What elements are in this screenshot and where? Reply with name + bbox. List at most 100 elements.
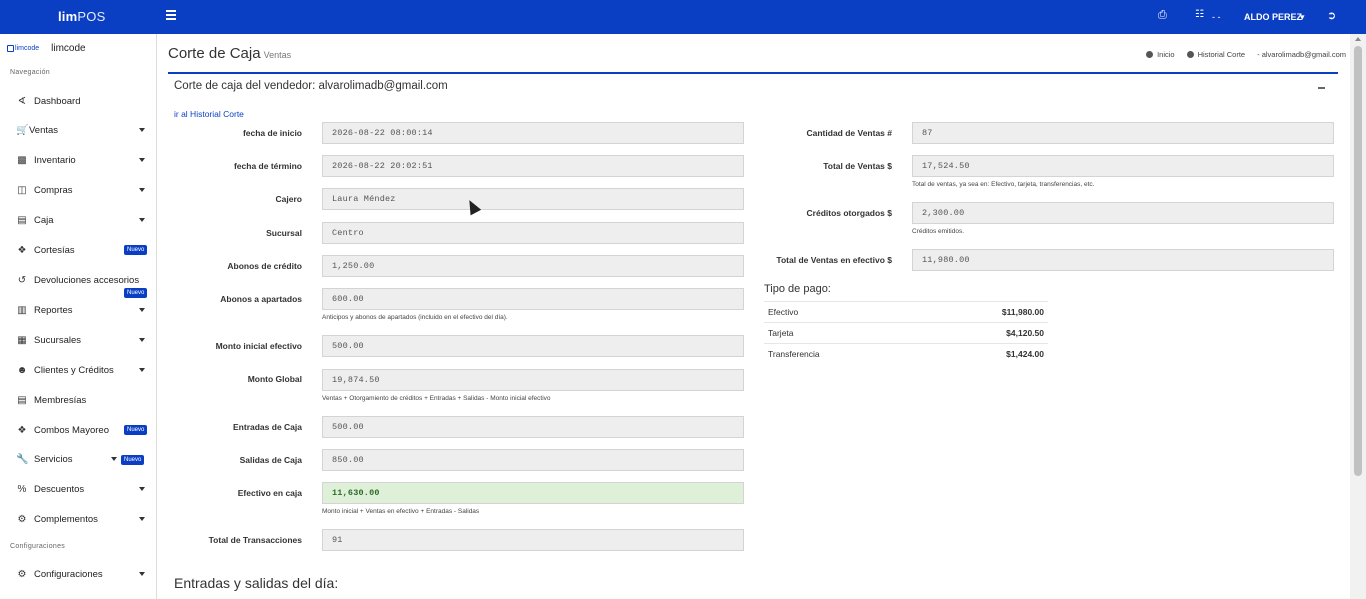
sidebar-item-combos[interactable]: ❖ Combos Mayoreo Nuevo (0, 420, 157, 440)
field-label: Monto Global (247, 374, 302, 384)
page-title: Corte de Caja Ventas (168, 45, 292, 62)
dashboard-icon (1146, 51, 1154, 58)
cash-movements-title: Entradas y salidas del día: (174, 575, 339, 591)
table-row: Transferencia $1,424.00 (764, 343, 1048, 364)
chevron-down-icon (139, 158, 145, 162)
transactions-field[interactable]: 91 (322, 529, 744, 551)
sidebar-item-membresias[interactable]: ▤ Membresías (0, 390, 157, 410)
field-label: Total de Ventas en efectivo $ (776, 255, 892, 265)
help-text: Total de ventas, ya sea en: Efectivo, ta… (912, 181, 1095, 188)
main-content: Corte de Caja Ventas Inicio Historial Cor… (158, 34, 1350, 599)
sidebar-item-devoluciones[interactable]: ↺ Devoluciones accesorios Nuevo (0, 270, 157, 298)
sitemap-icon[interactable]: ☷ (1195, 9, 1204, 20)
card-title: Corte de caja del vendedor: alvarolimadb… (174, 80, 448, 92)
boxes-icon: ▩ (17, 154, 27, 166)
chevron-down-icon (139, 368, 145, 372)
sidebar-item-inventario[interactable]: ▩ Inventario (0, 150, 157, 170)
sales-count-field[interactable]: 87 (912, 122, 1334, 144)
chevron-down-icon (111, 457, 117, 461)
chevron-down-icon (139, 128, 145, 132)
branch-selector[interactable]: - - (1212, 12, 1221, 22)
chevron-down-icon (139, 517, 145, 521)
bar-chart-icon: ▥ (17, 304, 27, 316)
end-date-field[interactable]: 2026-08-22 20:02:51 (322, 155, 744, 177)
help-text: Monto inicial + Ventas en efectivo + Ent… (322, 508, 480, 515)
users-icon: ☻ (16, 364, 28, 376)
global-amount-field[interactable]: 19,874.50 (322, 369, 744, 391)
chevron-down-icon (139, 338, 145, 342)
total-sales-field[interactable]: 17,524.50 (912, 155, 1334, 177)
sidebar-item-clientes[interactable]: ☻ Clientes y Créditos (0, 360, 157, 380)
sidebar-item-descuentos[interactable]: % Descuentos (0, 479, 157, 499)
new-badge: Nuevo (124, 245, 148, 255)
table-row: Tarjeta $4,120.50 (764, 322, 1048, 343)
collapse-icon[interactable] (1318, 87, 1325, 89)
field-label: Total de Transacciones (208, 535, 302, 545)
field-label: Total de Ventas $ (823, 161, 892, 171)
app-logo[interactable]: limPOS (58, 9, 105, 24)
breadcrumb: Inicio Historial Corte - alvarolimadb@gm… (1146, 50, 1346, 59)
payment-type-title: Tipo de pago: (764, 283, 831, 295)
field-label: Cajero (275, 194, 302, 204)
sidebar-item-dashboard[interactable]: ∢ Dashboard (0, 91, 157, 111)
sidebar-brand[interactable]: limcode limcode (7, 43, 86, 54)
sidebar-item-configuraciones[interactable]: ⚙ Configuraciones (0, 564, 157, 584)
page-subtitle: Ventas (263, 50, 292, 60)
gift-icon: ❖ (17, 244, 27, 256)
sidebar-item-sucursales[interactable]: ▦ Sucursales (0, 330, 157, 350)
field-label: Cantidad de Ventas # (806, 128, 893, 138)
initial-cash-field[interactable]: 500.00 (322, 335, 744, 357)
printer-icon[interactable]: ⎙ (1158, 9, 1167, 22)
chevron-down-icon (139, 218, 145, 222)
sidebar-item-cortesias[interactable]: ❖ Cortesías Nuevo (0, 240, 157, 260)
limcode-logo-icon: limcode (7, 45, 39, 52)
sidebar-item-complementos[interactable]: ⚙ Complementos (0, 509, 157, 529)
field-label: fecha de término (233, 161, 302, 171)
breadcrumb-historial[interactable]: Historial Corte (1186, 50, 1245, 59)
cash-out-field[interactable]: 850.00 (322, 449, 744, 471)
field-label: Salidas de Caja (239, 455, 302, 465)
field-label: Entradas de Caja (233, 422, 302, 432)
field-label: Abonos de crédito (227, 261, 302, 271)
cash-in-register-field[interactable]: 11,630.00 (322, 482, 744, 504)
user-menu[interactable]: ALDO PEREZ (1244, 12, 1302, 22)
history-link[interactable]: ir al Historial Corte (174, 109, 244, 119)
sidebar-item-reportes[interactable]: ▥ Reportes (0, 300, 157, 320)
id-card-icon: ▤ (17, 394, 27, 406)
basket-icon: ◫ (17, 184, 27, 196)
branch-field[interactable]: Centro (322, 222, 744, 244)
help-text: Anticipos y abonos de apartados (incluid… (322, 314, 508, 321)
cubes-icon: ❖ (17, 424, 27, 436)
page-scrollbar[interactable] (1350, 34, 1366, 599)
user-menu-caret[interactable]: ▾ (1300, 12, 1305, 23)
cash-in-field[interactable]: 500.00 (322, 416, 744, 438)
wrench-icon: 🔧 (16, 453, 29, 465)
scroll-up-icon[interactable] (1355, 37, 1361, 41)
menu-toggle-icon[interactable] (166, 10, 176, 20)
field-label: Sucursal (266, 228, 302, 238)
new-badge: Nuevo (124, 425, 148, 435)
top-navbar: limPOS ⎙ ☷ - - ALDO PEREZ ▾ ➲ (0, 0, 1366, 34)
sidebar-item-compras[interactable]: ◫ Compras (0, 180, 157, 200)
dashboard-icon (1186, 51, 1194, 58)
scroll-thumb[interactable] (1354, 46, 1362, 476)
field-label: Créditos otorgados $ (806, 208, 892, 218)
sidebar-item-ventas[interactable]: 🛒 Ventas (0, 120, 157, 140)
logout-icon[interactable]: ➲ (1327, 9, 1336, 22)
cog-icon: ⚙ (17, 568, 27, 580)
sidebar-item-caja[interactable]: ▤ Caja (0, 210, 157, 230)
credits-granted-field[interactable]: 2,300.00 (912, 202, 1334, 224)
table-row: Efectivo $11,980.00 (764, 301, 1048, 322)
layaway-payments-field[interactable]: 600.00 (322, 288, 744, 310)
cashier-field[interactable]: Laura Méndez (322, 188, 744, 210)
chevron-down-icon (139, 487, 145, 491)
chevron-down-icon (139, 308, 145, 312)
sidebar: limcode limcode Navegación ∢ Dashboard 🛒… (0, 34, 157, 599)
start-date-field[interactable]: 2026-08-22 08:00:14 (322, 122, 744, 144)
breadcrumb-inicio[interactable]: Inicio (1146, 50, 1175, 59)
credit-payments-field[interactable]: 1,250.00 (322, 255, 744, 277)
cash-sales-field[interactable]: 11,980.00 (912, 249, 1334, 271)
gear-icon: ⚙ (17, 513, 27, 525)
field-label: Monto inicial efectivo (215, 341, 302, 351)
sidebar-item-servicios[interactable]: 🔧 Servicios Nuevo (0, 449, 157, 469)
